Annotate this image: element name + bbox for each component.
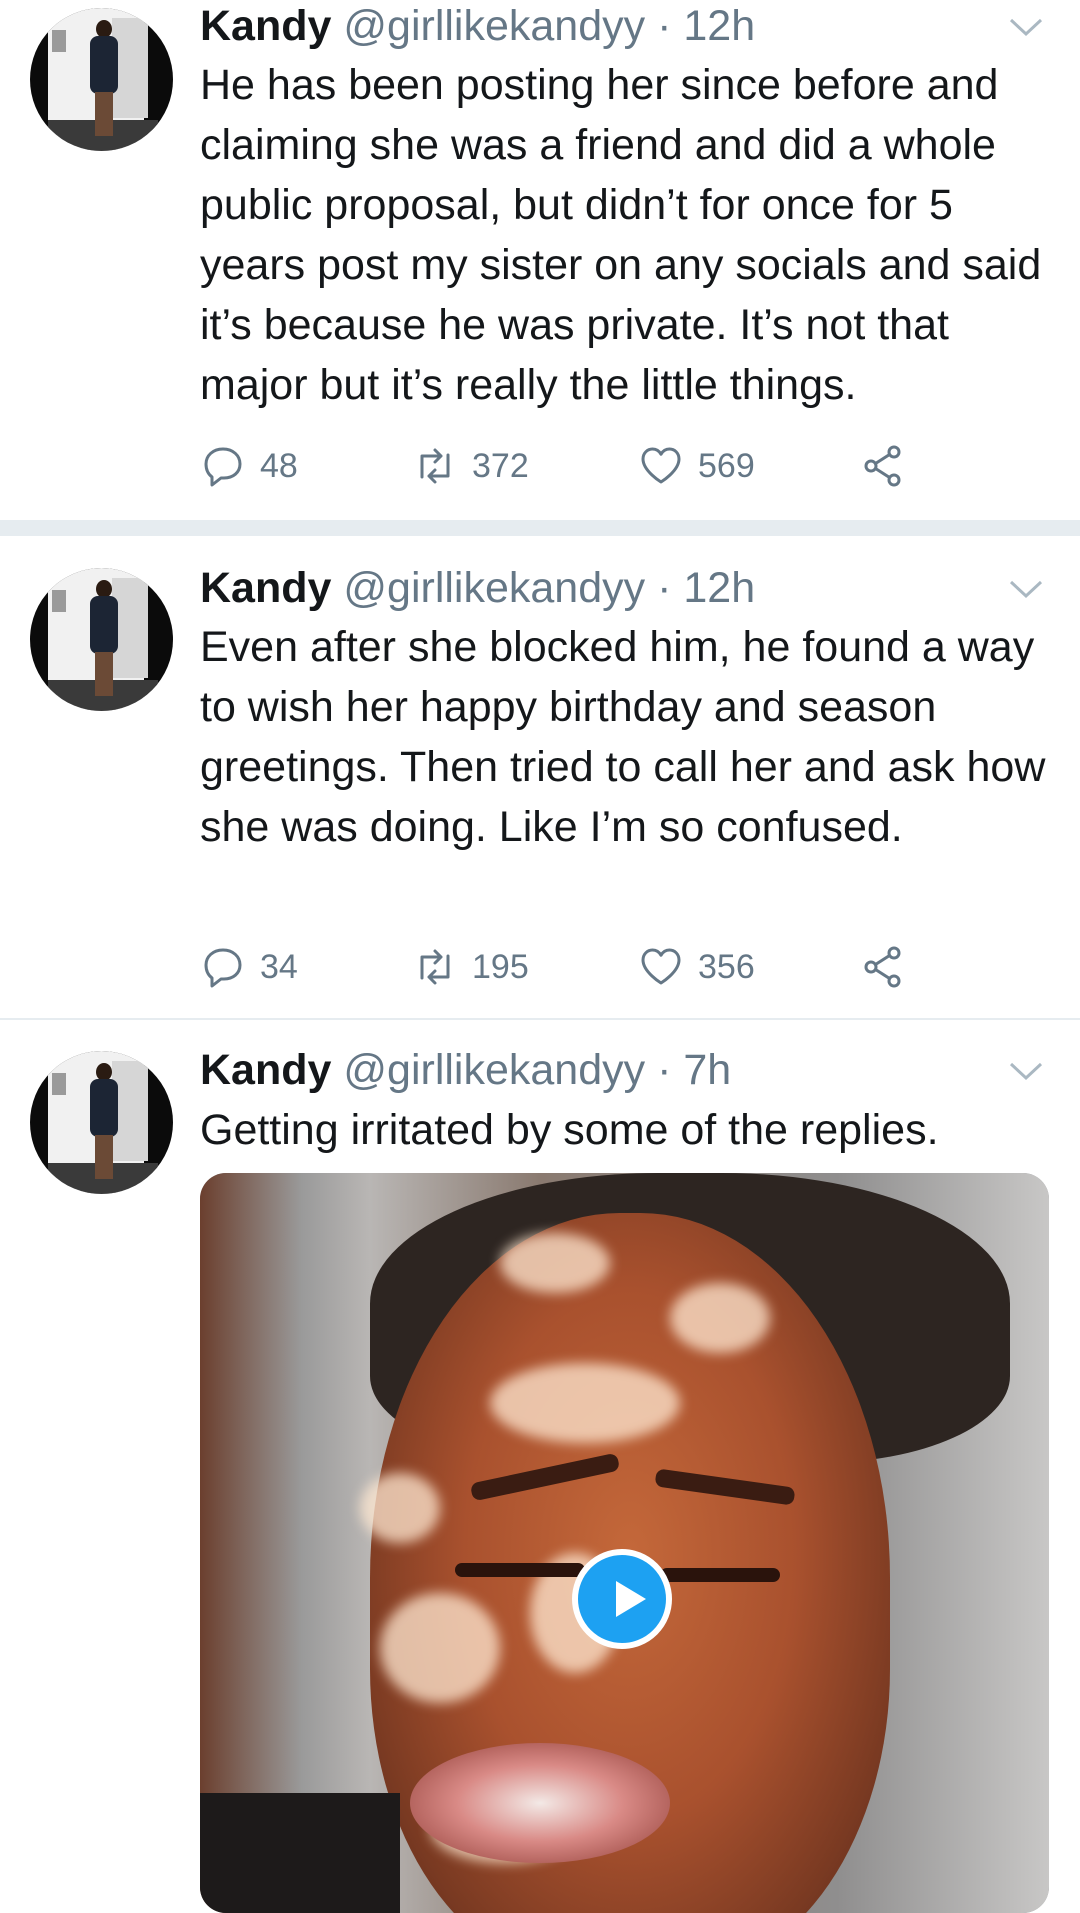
user-handle[interactable]: @girllikekandyy [343,2,645,50]
reply-icon [204,948,242,988]
display-name[interactable]: Kandy [200,564,331,612]
play-button[interactable] [572,1549,672,1649]
tweet-text: He has been posting her since before and… [200,61,1042,409]
timestamp[interactable]: 12h [683,564,755,612]
reply-count: 34 [260,947,298,986]
tweet-text: Even after she blocked him, he found a w… [200,623,1046,851]
chevron-down-icon[interactable] [1008,578,1044,600]
separator: · [657,1046,672,1094]
reply-icon [204,447,242,487]
share-icon [864,946,901,988]
tweet[interactable]: Kandy @girllikekandyy · 12h He has been … [0,0,1080,520]
tweet-text: Getting irritated by some of the replies… [200,1106,939,1154]
video-thumbnail[interactable] [200,1173,1049,1913]
display-name[interactable]: Kandy [200,1046,331,1094]
thread-divider [0,520,1080,536]
retweet-icon [420,448,450,484]
separator: · [657,2,672,50]
reply-count: 48 [260,446,298,485]
share-icon [864,445,901,487]
share-button[interactable] [860,942,906,992]
like-button[interactable]: 356 [638,942,755,992]
tweet-actions: 34 195 356 [200,942,960,992]
retweet-button[interactable]: 372 [412,441,529,491]
timestamp[interactable]: 12h [683,2,755,50]
tweet-actions: 48 372 569 [200,441,960,491]
chevron-down-icon[interactable] [1008,16,1044,38]
avatar[interactable] [30,1051,173,1194]
like-button[interactable]: 569 [638,441,755,491]
avatar[interactable] [30,8,173,151]
separator: · [657,564,672,612]
retweet-button[interactable]: 195 [412,942,529,992]
user-handle[interactable]: @girllikekandyy [343,1046,645,1094]
play-icon [616,1581,646,1617]
retweet-count: 372 [472,446,529,485]
retweet-icon [420,949,450,985]
like-count: 356 [698,947,755,986]
display-name[interactable]: Kandy [200,2,331,50]
chevron-down-icon[interactable] [1008,1060,1044,1082]
retweet-count: 195 [472,947,529,986]
heart-icon [641,447,681,484]
tweet-header: Kandy @girllikekandyy · 12h [200,558,1060,618]
reply-button[interactable]: 34 [200,942,298,992]
tweet-header: Kandy @girllikekandyy · 12h [200,0,1060,56]
like-count: 569 [698,446,755,485]
avatar[interactable] [30,568,173,711]
user-handle[interactable]: @girllikekandyy [343,564,645,612]
tweet[interactable]: Kandy @girllikekandyy · 12h Even after s… [0,536,1080,1018]
tweet-header: Kandy @girllikekandyy · 7h [200,1040,1060,1100]
share-button[interactable] [860,441,906,491]
heart-icon [641,948,681,985]
reply-button[interactable]: 48 [200,441,298,491]
timestamp[interactable]: 7h [683,1046,731,1094]
